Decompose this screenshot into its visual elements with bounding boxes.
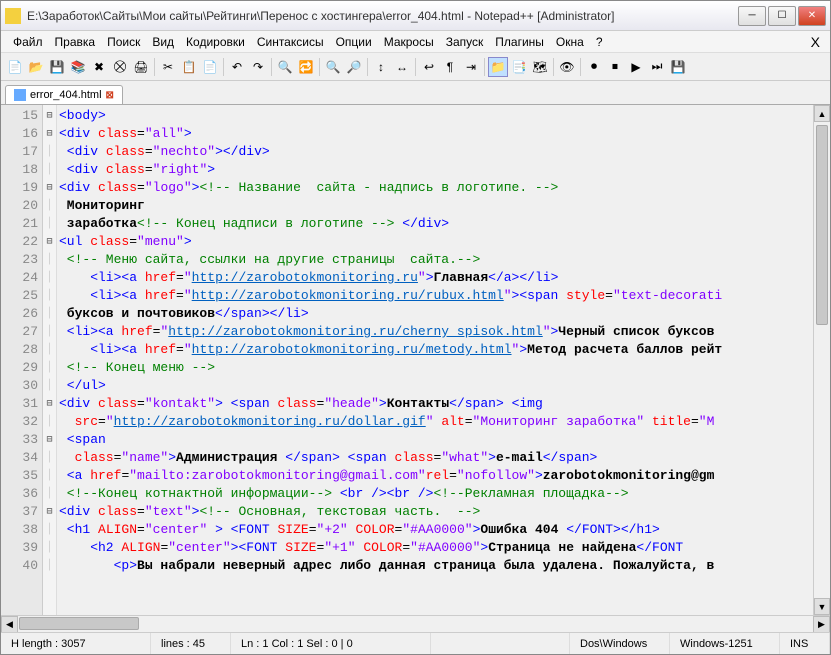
close-all-icon[interactable]: ⛒: [110, 57, 130, 77]
menu-view[interactable]: Вид: [146, 33, 180, 51]
menu-run[interactable]: Запуск: [440, 33, 490, 51]
titlebar[interactable]: E:\Заработок\Сайты\Мои сайты\Рейтинги\Пе…: [1, 1, 830, 31]
status-length: H length : 3057: [1, 633, 151, 654]
status-mode: INS: [780, 633, 830, 654]
zoom-in-icon[interactable]: 🔍: [323, 57, 343, 77]
stop-icon[interactable]: ⏹: [605, 57, 625, 77]
menu-encoding[interactable]: Кодировки: [180, 33, 251, 51]
save-all-icon[interactable]: 📚: [68, 57, 88, 77]
cut-icon[interactable]: ✂: [158, 57, 178, 77]
close-file-icon[interactable]: ✖: [89, 57, 109, 77]
menubar: Файл Правка Поиск Вид Кодировки Синтакси…: [1, 31, 830, 53]
file-icon: [14, 89, 26, 101]
horizontal-scrollbar[interactable]: ◀ ▶: [1, 615, 830, 632]
line-numbers: 1516171819202122232425262728293031323334…: [1, 105, 43, 615]
menu-file[interactable]: Файл: [7, 33, 49, 51]
maximize-button[interactable]: ☐: [768, 6, 796, 26]
funclist-icon[interactable]: 📑: [509, 57, 529, 77]
scroll-up-icon[interactable]: ▲: [814, 105, 830, 122]
app-icon: [5, 8, 21, 24]
tabbar: error_404.html ⊠: [1, 81, 830, 105]
code-editor[interactable]: <body><div class="all"> <div class="nech…: [57, 105, 813, 615]
fold-column[interactable]: ⊟⊟││⊟││⊟││││││││⊟│⊟│││⊟│││: [43, 105, 57, 615]
menu-windows[interactable]: Окна: [550, 33, 590, 51]
status-lines: lines : 45: [151, 633, 231, 654]
redo-icon[interactable]: ↷: [248, 57, 268, 77]
status-encoding: Windows-1251: [670, 633, 780, 654]
replace-icon[interactable]: 🔁: [296, 57, 316, 77]
save-icon[interactable]: 💾: [47, 57, 67, 77]
monitor-icon[interactable]: 👁: [557, 57, 577, 77]
menu-macros[interactable]: Макросы: [378, 33, 440, 51]
tab-active[interactable]: error_404.html ⊠: [5, 85, 123, 104]
minimize-button[interactable]: ─: [738, 6, 766, 26]
menu-search[interactable]: Поиск: [101, 33, 146, 51]
scroll-thumb-v[interactable]: [816, 125, 828, 325]
sync-v-icon[interactable]: ↕: [371, 57, 391, 77]
paste-icon[interactable]: 📄: [200, 57, 220, 77]
scroll-right-icon[interactable]: ▶: [813, 616, 830, 633]
wordwrap-icon[interactable]: ↩: [419, 57, 439, 77]
undo-icon[interactable]: ↶: [227, 57, 247, 77]
find-icon[interactable]: 🔍: [275, 57, 295, 77]
copy-icon[interactable]: 📋: [179, 57, 199, 77]
menu-syntax[interactable]: Синтаксисы: [251, 33, 330, 51]
allchars-icon[interactable]: ¶: [440, 57, 460, 77]
scroll-left-icon[interactable]: ◀: [1, 616, 18, 633]
menu-plugins[interactable]: Плагины: [489, 33, 550, 51]
scroll-down-icon[interactable]: ▼: [814, 598, 830, 615]
sync-h-icon[interactable]: ↔: [392, 57, 412, 77]
indent-icon[interactable]: ⇥: [461, 57, 481, 77]
zoom-out-icon[interactable]: 🔎: [344, 57, 364, 77]
mdi-close-icon[interactable]: X: [807, 34, 824, 50]
scroll-thumb-h[interactable]: [19, 617, 139, 630]
folder-icon[interactable]: 📁: [488, 57, 508, 77]
savemacro-icon[interactable]: 💾: [668, 57, 688, 77]
toolbar: 📄 📂 💾 📚 ✖ ⛒ 🖨 ✂ 📋 📄 ↶ ↷ 🔍 🔁 🔍 🔎 ↕ ↔ ↩ ¶ …: [1, 53, 830, 81]
status-pos: Ln : 1 Col : 1 Sel : 0 | 0: [231, 633, 431, 654]
close-button[interactable]: ✕: [798, 6, 826, 26]
open-file-icon[interactable]: 📂: [26, 57, 46, 77]
new-file-icon[interactable]: 📄: [5, 57, 25, 77]
tab-label: error_404.html: [30, 89, 102, 101]
menu-options[interactable]: Опции: [330, 33, 378, 51]
play-icon[interactable]: ▶: [626, 57, 646, 77]
print-icon[interactable]: 🖨: [131, 57, 151, 77]
vertical-scrollbar[interactable]: ▲ ▼: [813, 105, 830, 615]
menu-help[interactable]: ?: [590, 33, 609, 51]
record-icon[interactable]: ⏺: [584, 57, 604, 77]
docmap-icon[interactable]: 🗺: [530, 57, 550, 77]
playm-icon[interactable]: ⏭: [647, 57, 667, 77]
app-window: E:\Заработок\Сайты\Мои сайты\Рейтинги\Пе…: [0, 0, 831, 655]
titlebar-text: E:\Заработок\Сайты\Мои сайты\Рейтинги\Пе…: [27, 9, 738, 23]
statusbar: H length : 3057 lines : 45 Ln : 1 Col : …: [1, 632, 830, 654]
menu-edit[interactable]: Правка: [49, 33, 102, 51]
status-eol: Dos\Windows: [570, 633, 670, 654]
tab-close-icon[interactable]: ⊠: [106, 90, 114, 101]
